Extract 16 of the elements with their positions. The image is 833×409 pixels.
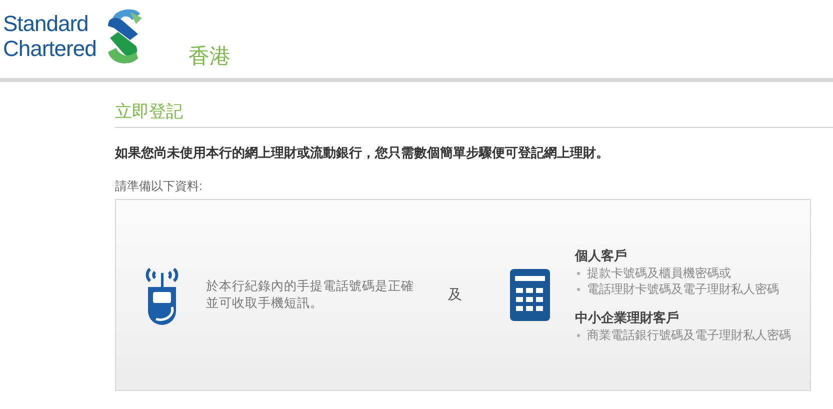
calculator-icon (510, 269, 550, 321)
intro-text: 如果您尚未使用本行的網上理財或流動銀行，您只需數個簡單步驟便可登記網上理財。 (115, 144, 610, 162)
requirement-item: 電話理財卡號碼及電子理財私人密碼 (587, 281, 779, 297)
requirement-item: 提款卡號碼及櫃員機密碼或 (587, 265, 731, 281)
prepare-label: 請準備以下資料: (115, 178, 204, 195)
customer-type-title: 個人客戶 (575, 247, 628, 265)
mobile-requirement-text: 於本行紀錄內的手提電話號碼是正確 並可收取手機短訊。 (206, 278, 415, 312)
region-label: 香港 (188, 44, 230, 70)
conjunction-text: 及 (448, 286, 462, 304)
logo-text: Standard Chartered (3, 11, 96, 61)
customer-type-title: 中小企業理財客戶 (575, 309, 680, 327)
bullet-icon (577, 288, 580, 291)
bullet-icon (577, 272, 580, 275)
bullet-icon (577, 334, 580, 337)
requirement-item: 商業電話銀行號碼及電子理財私人密碼 (587, 327, 791, 343)
page-heading: 立即登記 (115, 100, 833, 128)
